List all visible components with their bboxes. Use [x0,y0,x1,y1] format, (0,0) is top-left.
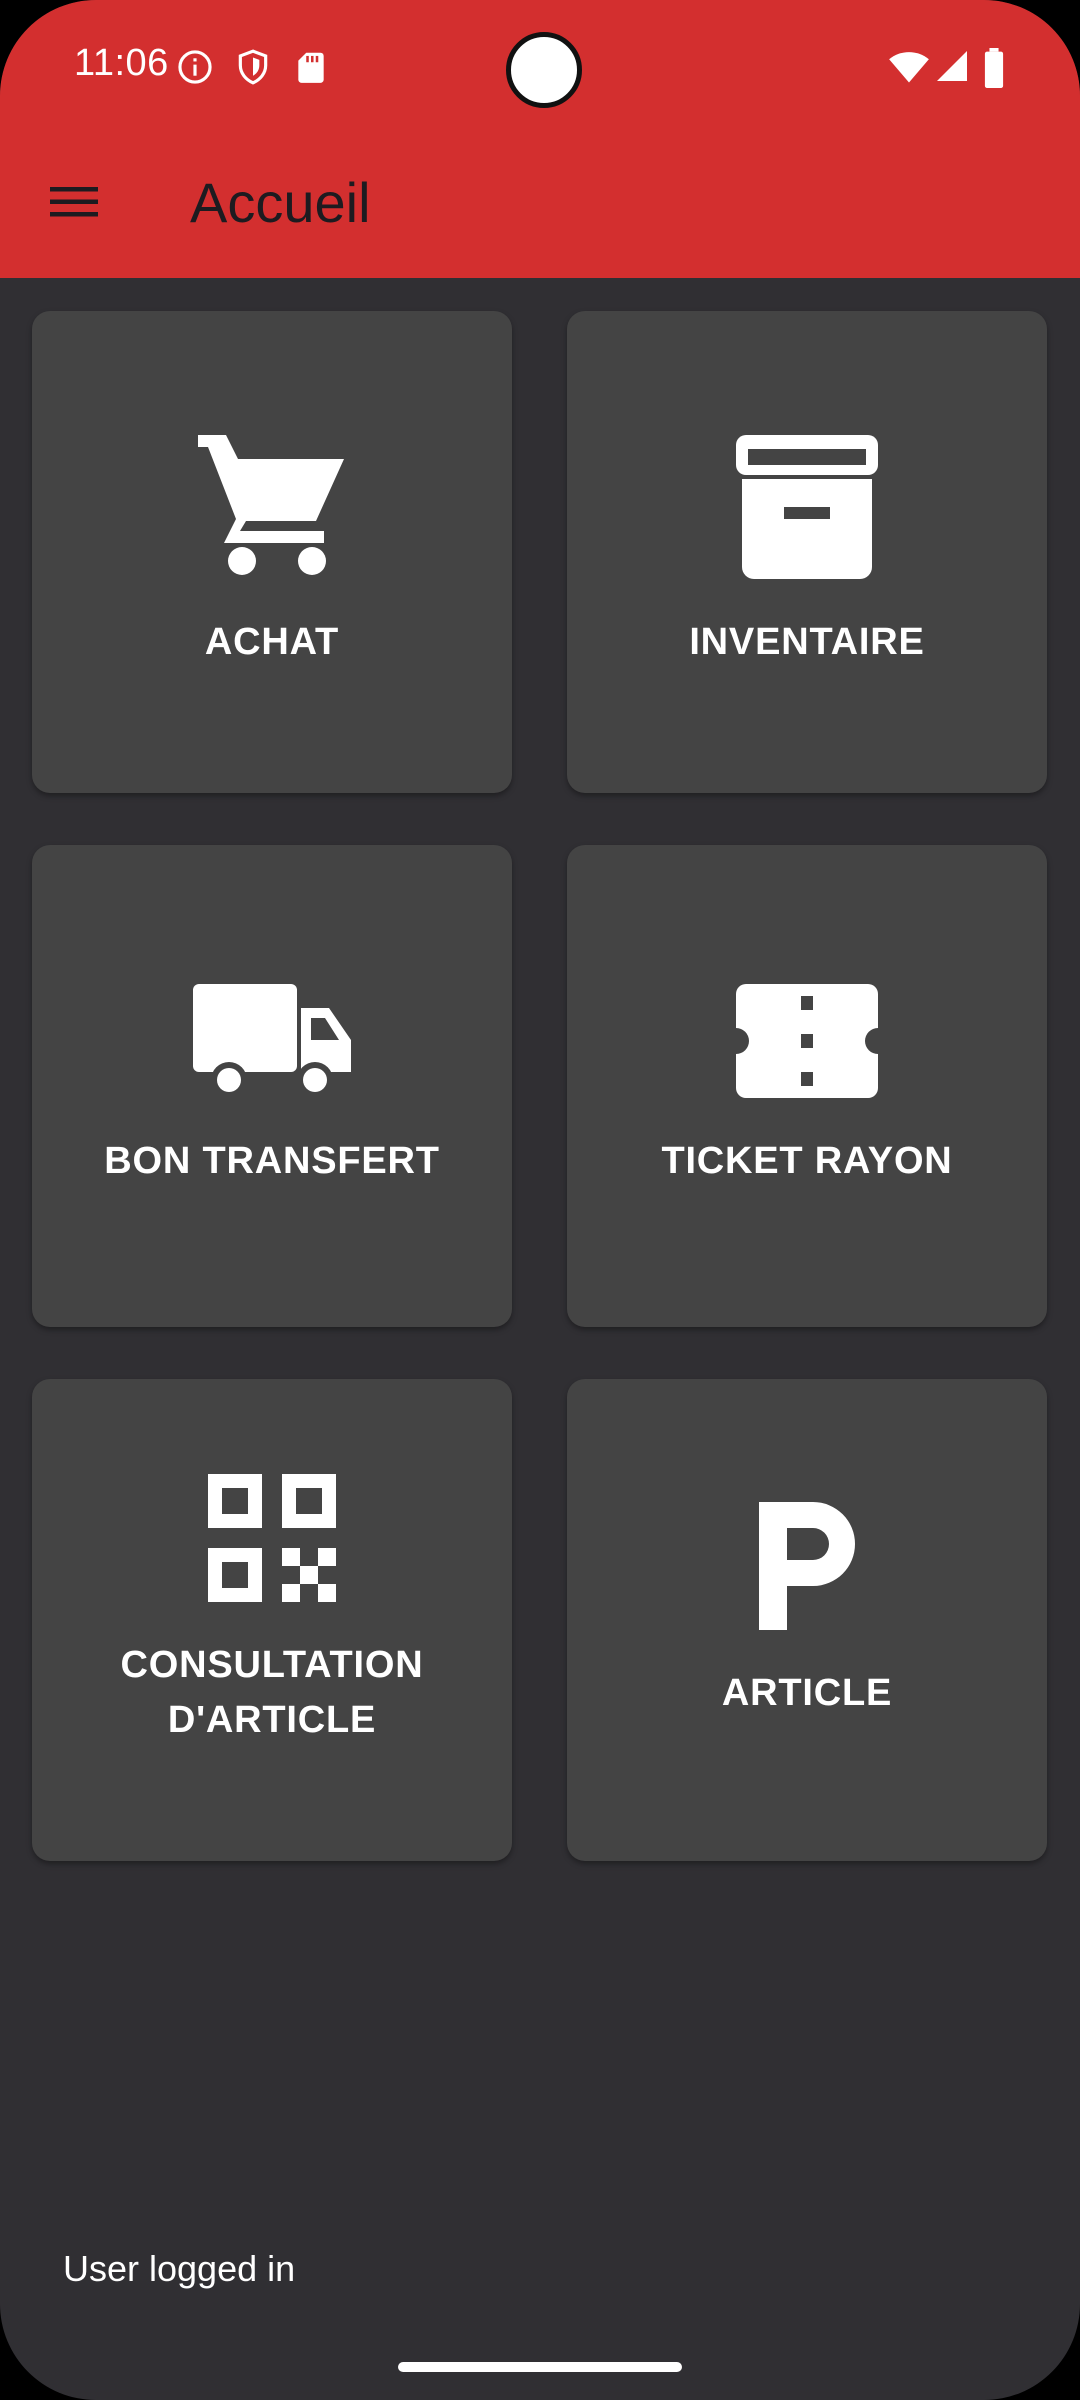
menu-icon [50,187,98,217]
wifi-icon [889,52,929,83]
letter-p-icon [759,1501,855,1630]
battery-icon [984,48,1004,88]
menu-button[interactable] [44,172,104,232]
tile-article[interactable]: ARTICLE [567,1379,1047,1861]
ticket-icon [736,983,878,1098]
archive-box-icon [736,434,878,579]
tile-achat[interactable]: ACHAT [32,311,512,793]
cart-icon [198,434,344,575]
tile-label: ARTICLE [721,1671,893,1714]
tile-label: INVENTAIRE [689,620,925,663]
top-app-bar: 11:06 Accueil [0,0,1080,278]
qr-code-icon [208,1474,336,1602]
tile-label: ACHAT [204,620,340,663]
home-indicator[interactable] [398,2362,682,2372]
tile-bon-transfert[interactable]: BON TRANSFERT [32,845,512,1327]
info-icon [178,50,212,84]
status-time: 11:06 [74,42,169,84]
tile-inventaire[interactable]: INVENTAIRE [567,311,1047,793]
tile-ticket-rayon[interactable]: TICKET RAYON [567,845,1047,1327]
page-title: Accueil [190,171,371,234]
camera-cutout [506,32,582,108]
cell-signal-icon [937,51,967,81]
shield-icon [238,49,268,85]
truck-icon [193,983,351,1098]
tile-consultation-article[interactable]: CONSULTATION D'ARTICLE [32,1379,512,1861]
sd-card-icon [298,52,324,83]
tile-label: TICKET RAYON [661,1139,953,1182]
tile-label: BON TRANSFERT [104,1139,440,1182]
phone-screen: 11:06 Accueil ACHAT INVENTAIRE BON TRANS… [0,0,1080,2400]
login-status: User logged in [63,2248,296,2289]
tile-label: CONSULTATION D'ARTICLE [120,1644,424,1741]
